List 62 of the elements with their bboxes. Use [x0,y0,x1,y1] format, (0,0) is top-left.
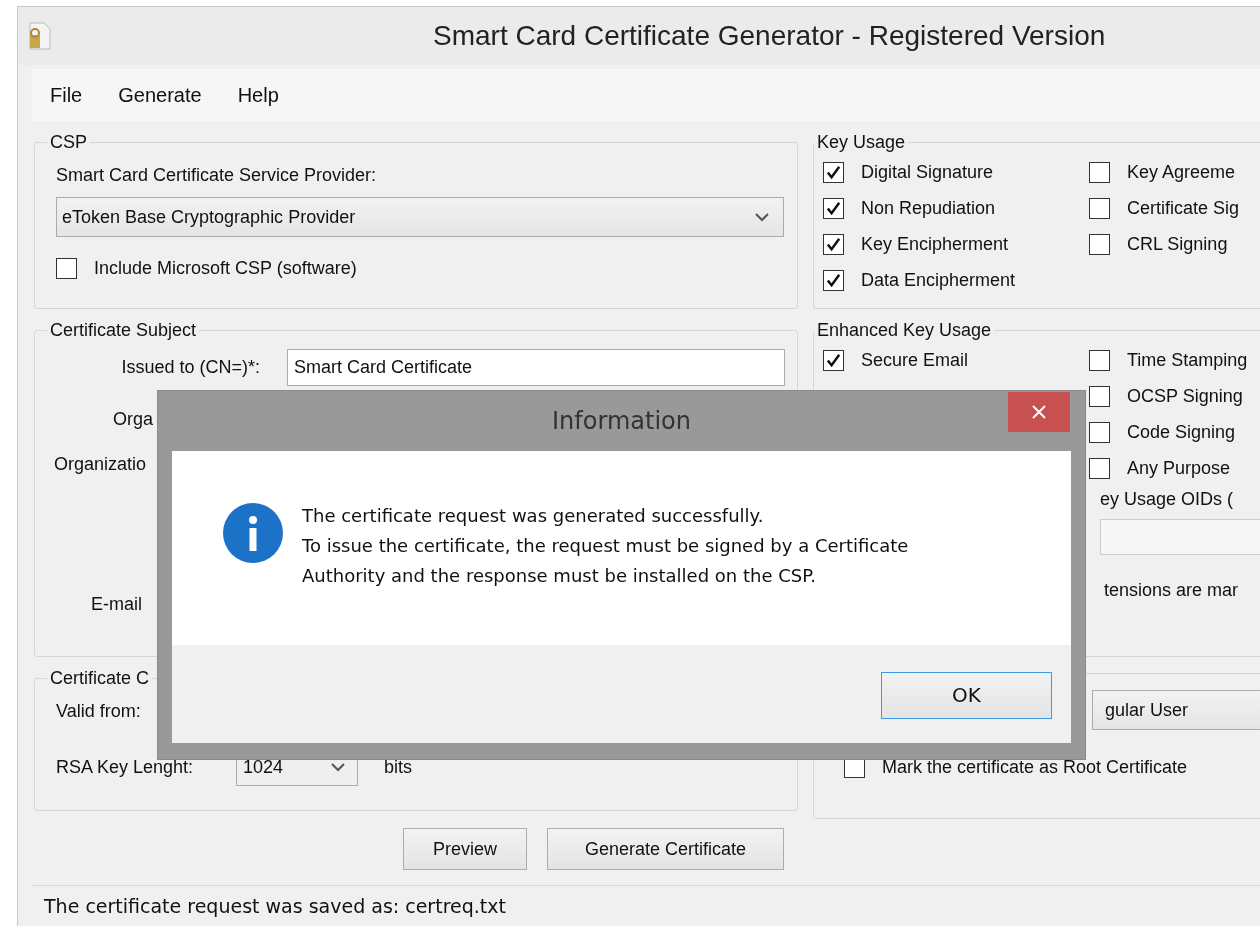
checkbox-label: Code Signing [1127,420,1236,444]
checkbox[interactable] [1089,161,1110,183]
checkbox[interactable] [823,349,844,371]
checkbox[interactable] [823,269,844,291]
group-label: Certificate C [49,667,151,690]
close-icon [1032,405,1046,419]
checkbox-label: Key Encipherment [861,232,1009,256]
chevron-down-icon [755,212,769,222]
checkbox-label: Digital Signature [861,160,994,184]
dialog-message: The certificate request was generated successfully. To issue the certificate, the request must be signed by a Certificate Authority and the response must be installed on the CSP. [302,504,909,588]
checkbox-label: Time Stamping [1127,348,1248,372]
close-button[interactable] [1008,392,1070,432]
checkbox[interactable] [823,197,844,219]
oid-field[interactable] [1100,519,1260,555]
checkbox-label: Include Microsoft CSP (software) [94,257,357,280]
field-label: ey Usage OIDs ( [1099,488,1235,511]
field-label: E-mail [91,594,142,614]
checkbox-label: Any Purpose [1127,456,1231,480]
group-label: CSP [49,131,88,154]
action-button[interactable]: Preview [403,828,527,870]
checkbox[interactable] [1089,197,1110,219]
field-label: Orga [113,409,154,429]
provider-dropdown[interactable]: eToken Base Cryptographic Provider [56,197,784,237]
checkbox[interactable] [823,161,844,183]
checkbox[interactable] [1089,349,1110,371]
chevron-down-icon [331,762,345,772]
status-text: The certificate request was saved as: certreq.txt [44,894,506,920]
checkbox[interactable] [56,258,77,279]
checkbox[interactable] [1089,233,1110,255]
unit-label: bits [384,755,412,779]
checkbox-label: Data Encipherment [861,268,1016,292]
field-label: tensions are mar [1103,579,1240,602]
checkbox-label: OCSP Signing [1127,384,1243,408]
ok-button[interactable]: OK [881,671,1052,719]
menu-item[interactable]: Generate [118,80,202,110]
checkbox[interactable] [823,233,844,255]
field-label: Issued to (CN=)*: [120,355,261,379]
field-label: Valid from: [56,700,142,722]
window-title: Smart Card Certificate Generator - Registered Version [433,19,1106,53]
user-type-dropdown[interactable]: gular User [1092,690,1260,730]
checkbox[interactable] [1089,421,1110,443]
action-button[interactable]: Generate Certificate [547,828,784,870]
certificate-icon [26,21,52,51]
text-field[interactable]: Smart Card Certificate [287,348,785,386]
dialog-title: Information [552,406,691,437]
menu-item[interactable]: File [50,80,83,110]
group-label: Key Usage [816,131,907,154]
info-icon [223,503,283,563]
field-label: RSA Key Lenght: [56,755,195,779]
field-label: Smart Card Certificate Service Provider: [56,164,378,187]
group-label: Enhanced Key Usage [816,319,993,342]
checkbox-label: Secure Email [861,348,969,372]
field-label: Organizatio [54,454,147,474]
checkbox-label: Key Agreeme [1127,160,1236,184]
checkbox-label: Non Repudiation [861,196,996,220]
checkbox-label: Certificate Sig [1127,196,1240,220]
group-label: Certificate Subject [49,319,198,342]
checkbox-label: CRL Signing [1127,232,1228,256]
checkbox-label: Mark the certificate as Root Certificate [882,756,1188,779]
checkbox[interactable] [1089,457,1110,479]
menu-item[interactable]: Help [237,80,279,110]
checkbox[interactable] [1089,385,1110,407]
